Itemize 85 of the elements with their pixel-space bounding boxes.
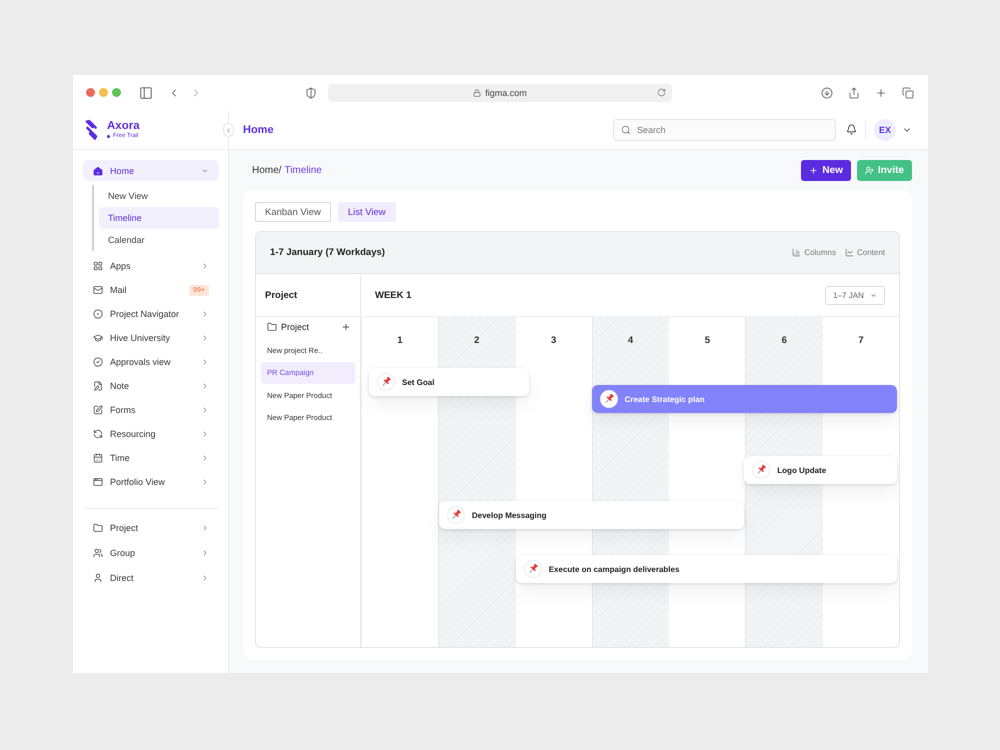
timeline-event[interactable]: Execute on campaign deliverables [516, 555, 897, 583]
panel-title: Project [281, 322, 310, 332]
grid-icon [93, 261, 103, 271]
home-icon [93, 166, 103, 176]
address-bar[interactable]: figma.com [328, 84, 672, 102]
view-tab[interactable]: Kanban View [255, 202, 331, 222]
share-icon[interactable] [848, 86, 860, 98]
shield-icon[interactable] [305, 86, 317, 98]
window-icon [93, 477, 103, 487]
sidebar-subitem[interactable]: Timeline [99, 207, 219, 229]
sidebar-item[interactable]: Hive University [83, 326, 219, 350]
reload-icon[interactable] [657, 88, 666, 97]
users-icon [93, 548, 103, 558]
sidebar-item[interactable]: Group [83, 540, 219, 565]
sidebar-item[interactable]: Direct [83, 565, 219, 590]
url-text: figma.com [485, 88, 527, 98]
close-window-icon[interactable] [86, 88, 95, 97]
folder-icon [93, 522, 103, 532]
view-tab[interactable]: List View [338, 202, 396, 222]
sidebar-subitem[interactable]: Calendar [99, 229, 219, 251]
refresh-icon [93, 429, 103, 439]
bell-icon[interactable] [846, 124, 857, 135]
sidebar-item[interactable]: Apps [83, 254, 219, 278]
timeline-event[interactable]: Logo Update [744, 456, 897, 484]
sidebar-item[interactable]: Project [83, 515, 219, 540]
new-tab-icon[interactable] [875, 86, 887, 98]
sidebar-item[interactable]: Resourcing [83, 422, 219, 446]
graduation-cap-icon [93, 333, 103, 343]
pin-icon [752, 461, 770, 479]
day-number: 5 [704, 335, 710, 346]
date-range-dropdown[interactable]: 1–7 JAN [825, 286, 885, 304]
form-edit-icon [93, 405, 103, 415]
download-icon[interactable] [821, 86, 833, 98]
date-range-title: 1-7 January (7 Workdays) [270, 247, 385, 258]
mail-icon [93, 285, 103, 295]
new-button[interactable]: New [801, 160, 851, 181]
chevron-left-icon [225, 126, 232, 134]
add-icon[interactable] [341, 322, 351, 332]
folder-icon [267, 322, 277, 332]
pin-icon [446, 506, 465, 524]
pin-icon [377, 373, 395, 391]
week-label: WEEK 1 [375, 290, 412, 300]
timeline-event[interactable]: Develop Messaging [438, 501, 744, 529]
day-number: 3 [550, 335, 556, 346]
view-option-button[interactable]: Content [844, 248, 885, 257]
view-option-button[interactable]: Columns [792, 248, 836, 257]
sidebar-item[interactable]: Home [83, 160, 219, 181]
check-circle-icon [93, 357, 103, 367]
day-number: 1 [397, 335, 403, 346]
bullet-icon [107, 134, 110, 138]
timeline-event[interactable]: Set Goal [369, 368, 529, 396]
sidebar-item[interactable]: Approvals view [83, 350, 219, 374]
lock-icon [473, 88, 482, 96]
sidebar-item[interactable]: Forms [83, 398, 219, 422]
caret-icon [870, 292, 877, 298]
page-title: Home [243, 124, 274, 136]
brand-name: Axora [107, 120, 140, 132]
sidebar-item[interactable]: Time [83, 446, 219, 470]
sidebar-item[interactable]: Note [83, 374, 219, 398]
day-number: 2 [474, 335, 480, 346]
calendar-icon [93, 453, 103, 463]
day-number: 4 [628, 335, 634, 346]
avatar[interactable]: EX [874, 118, 896, 140]
tabs-icon[interactable] [902, 86, 914, 98]
user-plus-icon [864, 166, 874, 175]
column-header: Project [265, 290, 298, 300]
file-edit-icon [93, 381, 103, 391]
search-field[interactable]: Search [613, 118, 836, 140]
bar-chart-icon [792, 248, 802, 257]
search-icon [621, 124, 631, 134]
user-icon [93, 572, 103, 582]
plus-icon [809, 166, 818, 175]
target-icon [93, 309, 103, 319]
pin-icon [524, 560, 542, 578]
sidebar-item[interactable]: Project Navigator [83, 302, 219, 326]
breadcrumb-item[interactable]: Timeline [284, 165, 322, 176]
logo-icon [85, 120, 98, 140]
breadcrumb-item[interactable]: Home/ [252, 165, 282, 176]
sidebar-subitem[interactable]: New View [99, 185, 219, 207]
sidebar-toggle-icon[interactable] [139, 86, 153, 100]
day-number: 6 [782, 335, 787, 346]
sidebar-item[interactable]: Portfolio View [83, 470, 219, 494]
line-chart-icon [844, 248, 854, 257]
day-number: 7 [858, 335, 864, 346]
pin-icon [600, 390, 618, 408]
